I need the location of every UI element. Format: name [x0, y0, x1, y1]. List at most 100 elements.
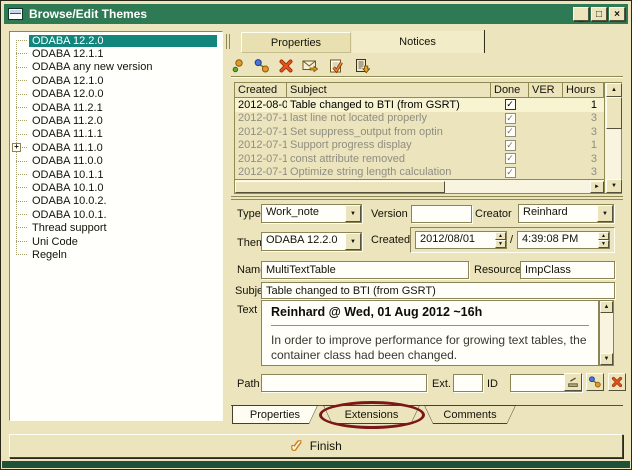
- vscroll-thumb[interactable]: [606, 97, 622, 129]
- toolbar-divider: [231, 76, 623, 78]
- col-created[interactable]: Created: [235, 83, 287, 98]
- maximize-button[interactable]: □: [591, 7, 607, 21]
- resource-field[interactable]: [520, 261, 615, 279]
- cell-hours: 3: [563, 153, 604, 165]
- table-row[interactable]: 2012-07-1... Set suppress_output from op…: [235, 125, 604, 139]
- table-hscrollbar[interactable]: ►: [235, 179, 604, 193]
- tree-item[interactable]: +ODABA 11.1.0: [10, 141, 222, 154]
- table-vscrollbar[interactable]: ▲ ▼: [604, 83, 621, 193]
- cell-subject: last line not located properly: [287, 112, 491, 124]
- theme-combo[interactable]: ODABA 12.2.0 ▼: [261, 232, 362, 251]
- tree-item[interactable]: ODABA 10.1.1: [10, 168, 222, 181]
- type-label: Type: [237, 208, 261, 220]
- tree-item[interactable]: ODABA 11.2.1: [10, 101, 222, 114]
- tree-item[interactable]: ODABA 11.0.0: [10, 155, 222, 168]
- minimize-button[interactable]: _: [573, 7, 589, 21]
- spin-up-icon[interactable]: ▲: [495, 232, 506, 240]
- col-subject[interactable]: Subject: [287, 83, 491, 98]
- done-checkbox[interactable]: ✓: [505, 153, 516, 164]
- vscroll-up-button[interactable]: ▲: [606, 83, 622, 97]
- tree-item[interactable]: ODABA 12.1.0: [10, 74, 222, 87]
- ext-label: Ext.: [432, 378, 451, 390]
- table-row[interactable]: 2012-07-1 Optimize string length calcula…: [235, 166, 604, 180]
- subject-field[interactable]: [261, 282, 615, 299]
- text-scroll-down-button[interactable]: ▼: [600, 353, 613, 365]
- version-field[interactable]: [411, 205, 472, 223]
- table-row[interactable]: 2012-07-1... Support progress display ✓ …: [235, 139, 604, 153]
- done-checkbox[interactable]: ✓: [505, 140, 516, 151]
- type-combo[interactable]: Work_note ▼: [261, 204, 362, 223]
- edit-note-button[interactable]: [328, 57, 345, 74]
- text-vscrollbar[interactable]: ▲ ▼: [599, 300, 614, 366]
- chevron-down-icon[interactable]: ▼: [345, 233, 361, 250]
- browse-path-button[interactable]: [564, 373, 582, 391]
- link-note-icon: [254, 58, 270, 74]
- chevron-down-icon[interactable]: ▼: [597, 205, 613, 222]
- done-checkbox[interactable]: ✓: [505, 99, 516, 110]
- created-time-field[interactable]: 4:39:08 PM ▲▼: [517, 231, 610, 249]
- link-note-button[interactable]: [254, 57, 271, 74]
- tree-item[interactable]: Regeln: [10, 248, 222, 261]
- spin-down-icon[interactable]: ▼: [495, 240, 506, 248]
- tree-item[interactable]: ODABA 11.2.0: [10, 114, 222, 127]
- tab-properties-top[interactable]: Properties: [241, 32, 351, 53]
- cell-done: ✓: [491, 140, 529, 151]
- done-checkbox[interactable]: ✓: [505, 113, 516, 124]
- link-path-button[interactable]: [586, 373, 604, 391]
- tree-item[interactable]: ODABA 12.0.0: [10, 88, 222, 101]
- create-note-button[interactable]: [232, 57, 249, 74]
- spin-down-icon[interactable]: ▼: [598, 240, 609, 248]
- tree-item[interactable]: ODABA 10.0.2.: [10, 195, 222, 208]
- cell-hours: 3: [563, 166, 604, 178]
- table-form-splitter[interactable]: [231, 196, 623, 200]
- export-note-button[interactable]: [354, 57, 371, 74]
- vscroll-down-button[interactable]: ▼: [606, 179, 622, 193]
- close-button[interactable]: ×: [609, 7, 625, 21]
- tab-notices[interactable]: Notices: [352, 31, 483, 53]
- path-field[interactable]: [261, 374, 427, 392]
- tree-item[interactable]: ODABA any new version: [10, 61, 222, 74]
- tree-item[interactable]: ODABA 12.2.0: [10, 34, 222, 47]
- tree-item[interactable]: Thread support: [10, 221, 222, 234]
- col-ver[interactable]: VER: [529, 83, 563, 98]
- title-bar: Browse/Edit Themes _ □ ×: [4, 4, 628, 24]
- tab-properties-bottom[interactable]: Properties: [232, 405, 318, 424]
- hscroll-thumb[interactable]: [235, 181, 445, 193]
- annotation-ellipse: [319, 401, 425, 429]
- time-spinner[interactable]: ▲▼: [598, 232, 609, 248]
- tab-comments[interactable]: Comments: [424, 405, 516, 424]
- created-date-field[interactable]: 2012/08/01 ▲▼: [415, 231, 507, 249]
- chevron-down-icon[interactable]: ▼: [345, 205, 361, 222]
- tree-item[interactable]: ODABA 10.0.1.: [10, 208, 222, 221]
- cell-created: 2012-07-1: [235, 166, 287, 178]
- tree-item[interactable]: ODABA 12.1.1: [10, 47, 222, 60]
- text-editor[interactable]: Reinhard @ Wed, 01 Aug 2012 ~16h In orde…: [261, 300, 599, 366]
- tree-item[interactable]: Uni Code: [10, 235, 222, 248]
- col-hours[interactable]: Hours: [563, 83, 604, 98]
- tree-splitter[interactable]: [226, 34, 230, 49]
- expand-plus-icon[interactable]: +: [12, 143, 21, 152]
- tree-item[interactable]: ODABA 10.1.0: [10, 181, 222, 194]
- delete-note-button[interactable]: [278, 57, 295, 74]
- edit-note-icon: [328, 58, 344, 74]
- creator-combo[interactable]: Reinhard ▼: [518, 204, 614, 223]
- done-checkbox[interactable]: ✓: [505, 167, 516, 178]
- date-spinner[interactable]: ▲▼: [495, 232, 506, 248]
- cell-hours: 3: [563, 126, 604, 138]
- col-done[interactable]: Done: [491, 83, 529, 98]
- ext-field[interactable]: [453, 374, 483, 392]
- spin-up-icon[interactable]: ▲: [598, 232, 609, 240]
- create-note-icon: [232, 58, 248, 74]
- text-scroll-up-button[interactable]: ▲: [600, 301, 613, 313]
- finish-button[interactable]: ✓ Finish: [9, 434, 623, 458]
- done-checkbox[interactable]: ✓: [505, 126, 516, 137]
- table-row[interactable]: 2012-07-1... const attribute removed ✓ 3: [235, 152, 604, 166]
- hscroll-right-button[interactable]: ►: [590, 181, 604, 193]
- tree-item[interactable]: ODABA 11.1.1: [10, 128, 222, 141]
- table-row[interactable]: 2012-07-1... last line not located prope…: [235, 112, 604, 126]
- delete-path-button[interactable]: [608, 373, 626, 391]
- note-heading: Reinhard @ Wed, 01 Aug 2012 ~16h: [271, 305, 589, 319]
- names-field[interactable]: [261, 261, 469, 279]
- table-row[interactable]: 2012-08-0... Table changed to BTI (from …: [235, 98, 604, 112]
- send-mail-button[interactable]: [302, 57, 319, 74]
